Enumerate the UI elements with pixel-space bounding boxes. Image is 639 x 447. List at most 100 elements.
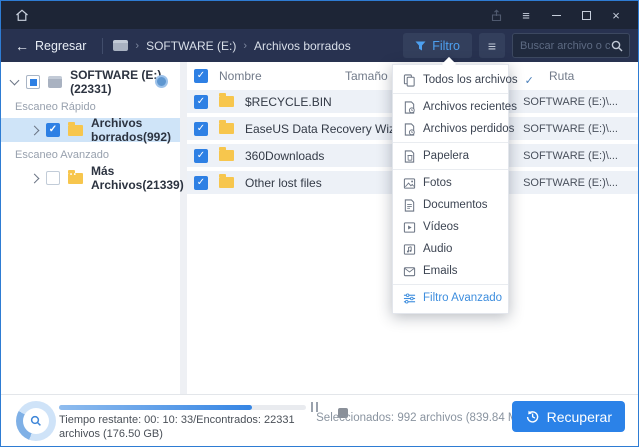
file-path: SOFTWARE (E:)\... — [523, 177, 638, 189]
row-checkbox[interactable]: ✓ — [194, 149, 208, 163]
menu-item-label: Vídeos — [423, 221, 459, 233]
maximize-icon — [582, 11, 591, 20]
column-header-path[interactable]: Ruta — [549, 69, 574, 83]
file-path: SOFTWARE (E:)\... — [523, 123, 638, 135]
drive-icon — [48, 76, 62, 88]
deleted-files-checkbox[interactable]: ✓ — [46, 123, 60, 137]
funnel-icon — [415, 41, 426, 51]
search-input[interactable] — [520, 40, 610, 52]
drive-icon — [113, 40, 128, 51]
folder-icon — [219, 177, 234, 188]
pause-button[interactable] — [311, 402, 318, 412]
scan-progress-fill — [59, 405, 252, 410]
file-lost-icon — [403, 123, 416, 136]
menu-item-emails[interactable]: Emails — [393, 260, 508, 282]
sidebar-item-deleted-files[interactable]: ✓ Archivos borrados(992) — [1, 118, 180, 142]
email-icon — [403, 265, 416, 278]
app-window: ≡ × ← Regresar › SOFTWARE (E:) › Archivo… — [0, 0, 639, 447]
folder-more-icon — [68, 173, 83, 184]
menu-item-label: Archivos perdidos — [423, 123, 514, 135]
menu-item-photos[interactable]: Fotos — [393, 172, 508, 194]
row-checkbox[interactable]: ✓ — [194, 95, 208, 109]
check-mark: ✓ — [197, 97, 205, 107]
menu-item-label: Filtro Avanzado — [423, 292, 502, 304]
sidebar-item-more-files[interactable]: Más Archivos(21339) — [1, 166, 180, 190]
breadcrumb-folder[interactable]: Archivos borrados — [254, 39, 351, 53]
file-path: SOFTWARE (E:)\... — [523, 96, 638, 108]
menu-item-label: Todos los archivos — [423, 74, 518, 86]
section-quick-scan: Escaneo Rápido — [1, 94, 180, 118]
menu-item-all-files[interactable]: Todos los archivos ✓ — [393, 69, 508, 91]
minimize-button[interactable] — [544, 5, 568, 25]
column-header-size[interactable]: Tamaño — [345, 69, 388, 83]
menu-item-recent-files[interactable]: Archivos recientes — [393, 96, 508, 118]
toolbar: ← Regresar › SOFTWARE (E:) › Archivos bo… — [1, 29, 638, 62]
menu-divider — [393, 142, 508, 143]
sidebar-scrollbar[interactable] — [180, 62, 187, 395]
check-mark: ✓ — [49, 125, 57, 135]
more-files-label: Más Archivos(21339) — [91, 164, 184, 192]
check-mark: ✓ — [197, 178, 205, 188]
row-checkbox[interactable]: ✓ — [194, 122, 208, 136]
search-scan-icon — [29, 414, 43, 428]
section-advanced-scan: Escaneo Avanzado — [1, 142, 180, 166]
menu-item-recycle-bin[interactable]: Papelera — [393, 145, 508, 167]
home-button[interactable] — [11, 5, 33, 25]
menu-item-lost-files[interactable]: Archivos perdidos — [393, 118, 508, 140]
photo-icon — [403, 177, 416, 190]
recover-button[interactable]: Recuperar — [512, 401, 625, 432]
close-icon: × — [612, 8, 620, 23]
menu-item-label: Papelera — [423, 150, 469, 162]
audio-icon — [403, 243, 416, 256]
deleted-files-label: Archivos borrados(992) — [91, 116, 180, 144]
check-mark: ✓ — [197, 71, 205, 81]
breadcrumb-drive[interactable]: SOFTWARE (E:) — [146, 39, 236, 53]
toolbar-divider — [102, 38, 103, 54]
menu-item-videos[interactable]: Vídeos — [393, 216, 508, 238]
content-area: SOFTWARE (E:)(22331) Escaneo Rápido ✓ Ar… — [1, 62, 638, 395]
chevron-right-icon[interactable] — [30, 125, 40, 135]
scan-progress-icon — [155, 75, 168, 88]
back-arrow-icon: ← — [15, 39, 29, 53]
drive-checkbox[interactable] — [26, 75, 40, 89]
column-header-name[interactable]: Nombre — [219, 69, 262, 83]
sidebar: SOFTWARE (E:)(22331) Escaneo Rápido ✓ Ar… — [1, 62, 180, 395]
file-path: SOFTWARE (E:)\... — [523, 150, 638, 162]
home-icon — [14, 8, 30, 23]
menu-item-audio[interactable]: Audio — [393, 238, 508, 260]
search-box[interactable] — [512, 33, 630, 58]
back-button[interactable]: ← Regresar — [9, 39, 92, 53]
filter-dropdown: Todos los archivos ✓ Archivos recientes … — [392, 64, 509, 314]
scan-status-text: Tiempo restante: 00: 10: 33/Encontrados:… — [59, 413, 317, 441]
scan-progress-bar — [59, 405, 306, 410]
recover-label: Recuperar — [547, 409, 612, 425]
chevron-right-icon[interactable] — [30, 173, 40, 183]
chevron-down-icon[interactable] — [10, 76, 20, 86]
sidebar-item-drive-root[interactable]: SOFTWARE (E:)(22331) — [1, 70, 180, 94]
breadcrumb-separator: › — [243, 40, 247, 52]
export-button[interactable] — [484, 5, 508, 25]
menu-divider — [393, 284, 508, 285]
menu-item-label: Fotos — [423, 177, 452, 189]
scanning-spinner — [16, 401, 56, 441]
minimize-icon — [552, 15, 561, 16]
menu-button[interactable]: ≡ — [514, 5, 538, 25]
close-button[interactable]: × — [604, 5, 628, 25]
folder-icon — [219, 150, 234, 161]
indeterminate-mark — [30, 79, 37, 86]
view-mode-button[interactable]: ≡ — [479, 33, 505, 58]
recycle-file-icon — [403, 150, 416, 163]
selection-summary: Seleccionados: 992 archivos (839.84 MB) — [316, 412, 529, 424]
menu-item-documents[interactable]: Documentos — [393, 194, 508, 216]
menu-item-advanced-filter[interactable]: Filtro Avanzado — [393, 287, 508, 309]
restore-icon — [525, 409, 540, 424]
maximize-button[interactable] — [574, 5, 598, 25]
select-all-checkbox[interactable]: ✓ — [194, 69, 208, 83]
sliders-icon — [403, 292, 416, 305]
row-checkbox[interactable]: ✓ — [194, 176, 208, 190]
folder-icon — [219, 123, 234, 134]
filter-button[interactable]: Filtro — [403, 33, 472, 58]
search-icon[interactable] — [610, 39, 624, 53]
more-files-checkbox[interactable] — [46, 171, 60, 185]
selected-check-icon: ✓ — [525, 74, 534, 87]
